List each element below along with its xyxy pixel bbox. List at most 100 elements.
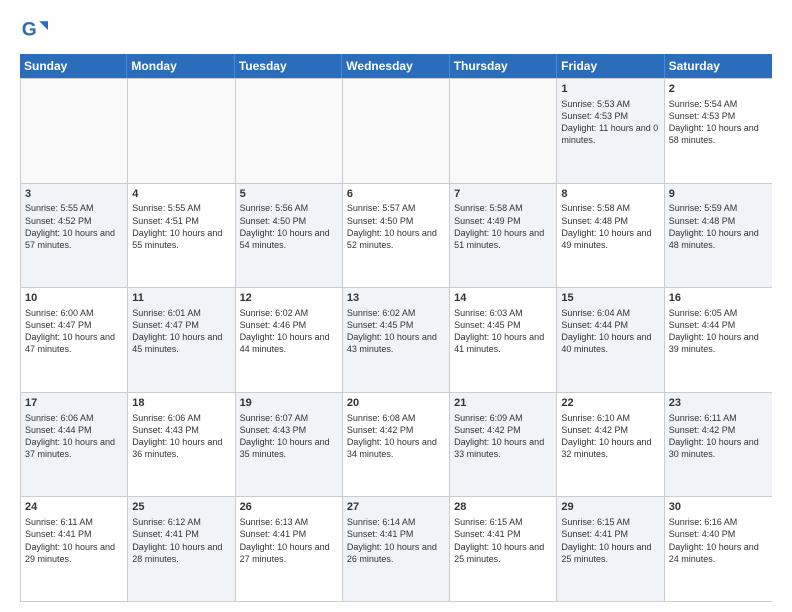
day-number: 30 bbox=[669, 500, 768, 515]
weekday-header: Monday bbox=[127, 54, 234, 78]
day-info: Sunrise: 5:55 AM Sunset: 4:51 PM Dayligh… bbox=[132, 202, 230, 251]
calendar-row: 17Sunrise: 6:06 AM Sunset: 4:44 PM Dayli… bbox=[21, 393, 772, 498]
calendar-cell: 27Sunrise: 6:14 AM Sunset: 4:41 PM Dayli… bbox=[343, 497, 450, 601]
day-number: 5 bbox=[240, 187, 338, 202]
day-number: 7 bbox=[454, 187, 552, 202]
day-info: Sunrise: 6:02 AM Sunset: 4:45 PM Dayligh… bbox=[347, 307, 445, 356]
calendar-cell: 8Sunrise: 5:58 AM Sunset: 4:48 PM Daylig… bbox=[557, 184, 664, 288]
calendar-row: 1Sunrise: 5:53 AM Sunset: 4:53 PM Daylig… bbox=[21, 79, 772, 184]
day-info: Sunrise: 6:07 AM Sunset: 4:43 PM Dayligh… bbox=[240, 412, 338, 461]
day-number: 29 bbox=[561, 500, 659, 515]
calendar-cell: 1Sunrise: 5:53 AM Sunset: 4:53 PM Daylig… bbox=[557, 79, 664, 183]
calendar-body: 1Sunrise: 5:53 AM Sunset: 4:53 PM Daylig… bbox=[20, 78, 772, 602]
calendar-cell: 30Sunrise: 6:16 AM Sunset: 4:40 PM Dayli… bbox=[665, 497, 772, 601]
calendar-row: 10Sunrise: 6:00 AM Sunset: 4:47 PM Dayli… bbox=[21, 288, 772, 393]
day-number: 13 bbox=[347, 291, 445, 306]
day-number: 4 bbox=[132, 187, 230, 202]
calendar-cell: 24Sunrise: 6:11 AM Sunset: 4:41 PM Dayli… bbox=[21, 497, 128, 601]
calendar-cell: 6Sunrise: 5:57 AM Sunset: 4:50 PM Daylig… bbox=[343, 184, 450, 288]
day-number: 2 bbox=[669, 82, 768, 97]
calendar-cell: 15Sunrise: 6:04 AM Sunset: 4:44 PM Dayli… bbox=[557, 288, 664, 392]
calendar-cell: 12Sunrise: 6:02 AM Sunset: 4:46 PM Dayli… bbox=[236, 288, 343, 392]
day-info: Sunrise: 6:14 AM Sunset: 4:41 PM Dayligh… bbox=[347, 516, 445, 565]
calendar-cell: 25Sunrise: 6:12 AM Sunset: 4:41 PM Dayli… bbox=[128, 497, 235, 601]
day-number: 14 bbox=[454, 291, 552, 306]
day-info: Sunrise: 6:02 AM Sunset: 4:46 PM Dayligh… bbox=[240, 307, 338, 356]
logo-icon: G bbox=[20, 16, 48, 44]
calendar-cell: 16Sunrise: 6:05 AM Sunset: 4:44 PM Dayli… bbox=[665, 288, 772, 392]
calendar-cell: 22Sunrise: 6:10 AM Sunset: 4:42 PM Dayli… bbox=[557, 393, 664, 497]
calendar-row: 3Sunrise: 5:55 AM Sunset: 4:52 PM Daylig… bbox=[21, 184, 772, 289]
calendar-cell: 5Sunrise: 5:56 AM Sunset: 4:50 PM Daylig… bbox=[236, 184, 343, 288]
day-number: 26 bbox=[240, 500, 338, 515]
calendar-cell bbox=[21, 79, 128, 183]
calendar-cell: 2Sunrise: 5:54 AM Sunset: 4:53 PM Daylig… bbox=[665, 79, 772, 183]
calendar-row: 24Sunrise: 6:11 AM Sunset: 4:41 PM Dayli… bbox=[21, 497, 772, 602]
day-info: Sunrise: 6:13 AM Sunset: 4:41 PM Dayligh… bbox=[240, 516, 338, 565]
day-number: 21 bbox=[454, 396, 552, 411]
weekday-header: Saturday bbox=[665, 54, 772, 78]
day-number: 24 bbox=[25, 500, 123, 515]
day-number: 28 bbox=[454, 500, 552, 515]
day-number: 22 bbox=[561, 396, 659, 411]
calendar-cell bbox=[128, 79, 235, 183]
day-number: 9 bbox=[669, 187, 768, 202]
day-info: Sunrise: 5:58 AM Sunset: 4:49 PM Dayligh… bbox=[454, 202, 552, 251]
day-info: Sunrise: 5:54 AM Sunset: 4:53 PM Dayligh… bbox=[669, 98, 768, 147]
day-info: Sunrise: 6:08 AM Sunset: 4:42 PM Dayligh… bbox=[347, 412, 445, 461]
day-info: Sunrise: 5:55 AM Sunset: 4:52 PM Dayligh… bbox=[25, 202, 123, 251]
calendar-cell: 13Sunrise: 6:02 AM Sunset: 4:45 PM Dayli… bbox=[343, 288, 450, 392]
day-info: Sunrise: 5:57 AM Sunset: 4:50 PM Dayligh… bbox=[347, 202, 445, 251]
calendar-cell: 20Sunrise: 6:08 AM Sunset: 4:42 PM Dayli… bbox=[343, 393, 450, 497]
day-number: 11 bbox=[132, 291, 230, 306]
day-info: Sunrise: 6:09 AM Sunset: 4:42 PM Dayligh… bbox=[454, 412, 552, 461]
day-info: Sunrise: 6:01 AM Sunset: 4:47 PM Dayligh… bbox=[132, 307, 230, 356]
day-number: 12 bbox=[240, 291, 338, 306]
day-info: Sunrise: 6:15 AM Sunset: 4:41 PM Dayligh… bbox=[454, 516, 552, 565]
calendar-cell: 23Sunrise: 6:11 AM Sunset: 4:42 PM Dayli… bbox=[665, 393, 772, 497]
weekday-header: Wednesday bbox=[342, 54, 449, 78]
calendar-cell bbox=[343, 79, 450, 183]
page: G SundayMondayTuesdayWednesdayThursdayFr… bbox=[0, 0, 792, 612]
day-number: 1 bbox=[561, 82, 659, 97]
calendar-cell: 18Sunrise: 6:06 AM Sunset: 4:43 PM Dayli… bbox=[128, 393, 235, 497]
day-number: 6 bbox=[347, 187, 445, 202]
calendar-cell: 28Sunrise: 6:15 AM Sunset: 4:41 PM Dayli… bbox=[450, 497, 557, 601]
day-info: Sunrise: 6:16 AM Sunset: 4:40 PM Dayligh… bbox=[669, 516, 768, 565]
calendar-cell: 9Sunrise: 5:59 AM Sunset: 4:48 PM Daylig… bbox=[665, 184, 772, 288]
day-number: 16 bbox=[669, 291, 768, 306]
weekday-header: Sunday bbox=[20, 54, 127, 78]
day-number: 18 bbox=[132, 396, 230, 411]
calendar-cell: 17Sunrise: 6:06 AM Sunset: 4:44 PM Dayli… bbox=[21, 393, 128, 497]
day-info: Sunrise: 5:53 AM Sunset: 4:53 PM Dayligh… bbox=[561, 98, 659, 147]
header: G bbox=[20, 16, 772, 44]
calendar-cell: 19Sunrise: 6:07 AM Sunset: 4:43 PM Dayli… bbox=[236, 393, 343, 497]
calendar-cell: 29Sunrise: 6:15 AM Sunset: 4:41 PM Dayli… bbox=[557, 497, 664, 601]
day-number: 8 bbox=[561, 187, 659, 202]
calendar-cell: 7Sunrise: 5:58 AM Sunset: 4:49 PM Daylig… bbox=[450, 184, 557, 288]
weekday-header: Tuesday bbox=[235, 54, 342, 78]
calendar-cell: 10Sunrise: 6:00 AM Sunset: 4:47 PM Dayli… bbox=[21, 288, 128, 392]
weekday-header: Thursday bbox=[450, 54, 557, 78]
day-number: 3 bbox=[25, 187, 123, 202]
day-info: Sunrise: 6:06 AM Sunset: 4:44 PM Dayligh… bbox=[25, 412, 123, 461]
calendar-header: SundayMondayTuesdayWednesdayThursdayFrid… bbox=[20, 54, 772, 78]
day-number: 19 bbox=[240, 396, 338, 411]
calendar-cell bbox=[236, 79, 343, 183]
calendar-cell: 4Sunrise: 5:55 AM Sunset: 4:51 PM Daylig… bbox=[128, 184, 235, 288]
day-info: Sunrise: 6:11 AM Sunset: 4:42 PM Dayligh… bbox=[669, 412, 768, 461]
day-number: 20 bbox=[347, 396, 445, 411]
calendar-cell: 3Sunrise: 5:55 AM Sunset: 4:52 PM Daylig… bbox=[21, 184, 128, 288]
calendar-cell: 11Sunrise: 6:01 AM Sunset: 4:47 PM Dayli… bbox=[128, 288, 235, 392]
day-info: Sunrise: 6:06 AM Sunset: 4:43 PM Dayligh… bbox=[132, 412, 230, 461]
logo: G bbox=[20, 16, 52, 44]
day-info: Sunrise: 6:00 AM Sunset: 4:47 PM Dayligh… bbox=[25, 307, 123, 356]
day-number: 10 bbox=[25, 291, 123, 306]
day-info: Sunrise: 5:58 AM Sunset: 4:48 PM Dayligh… bbox=[561, 202, 659, 251]
day-info: Sunrise: 6:11 AM Sunset: 4:41 PM Dayligh… bbox=[25, 516, 123, 565]
day-info: Sunrise: 6:05 AM Sunset: 4:44 PM Dayligh… bbox=[669, 307, 768, 356]
calendar-cell: 26Sunrise: 6:13 AM Sunset: 4:41 PM Dayli… bbox=[236, 497, 343, 601]
svg-text:G: G bbox=[22, 19, 37, 40]
day-number: 25 bbox=[132, 500, 230, 515]
day-info: Sunrise: 6:12 AM Sunset: 4:41 PM Dayligh… bbox=[132, 516, 230, 565]
